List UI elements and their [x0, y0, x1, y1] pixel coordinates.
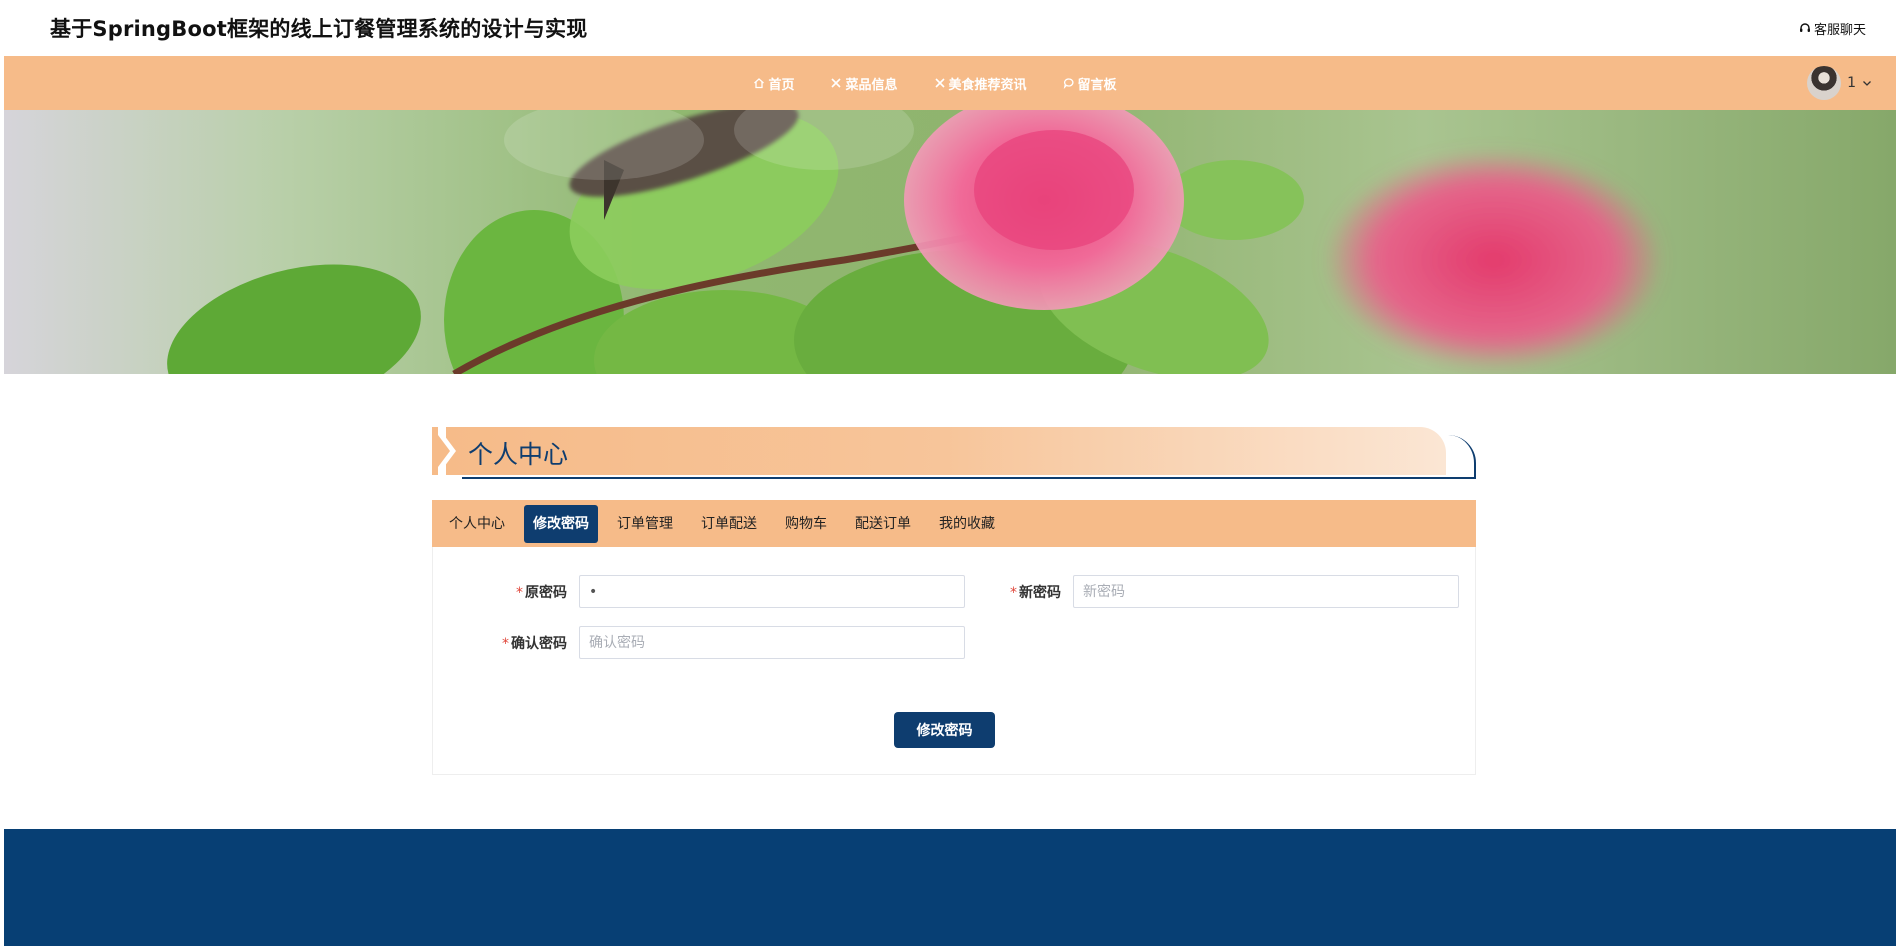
chevron-down-icon — [1863, 81, 1871, 86]
site-title: 基于SpringBoot框架的线上订餐管理系统的设计与实现 — [50, 17, 588, 41]
tab-favorites[interactable]: 我的收藏 — [930, 505, 1004, 543]
tab-delivery-orders[interactable]: 配送订单 — [846, 505, 920, 543]
utensils-icon — [934, 78, 945, 88]
nav-item-label: 美食推荐资讯 — [948, 77, 1027, 93]
new-password-field: * 新密码 — [967, 575, 1459, 608]
new-password-label: * 新密码 — [1010, 584, 1061, 601]
tab-profile[interactable]: 个人中心 — [440, 505, 514, 543]
confirm-password-field: * 确认密码 — [473, 626, 965, 659]
nav-item-label: 首页 — [768, 77, 795, 93]
customer-chat-label: 客服聊天 — [1813, 22, 1866, 38]
avatar — [1807, 66, 1842, 100]
nav-item-food-news[interactable]: 美食推荐资讯 — [934, 74, 1027, 93]
customer-chat-link[interactable]: 客服聊天 — [1799, 19, 1866, 38]
message-icon — [1063, 78, 1074, 89]
footer — [4, 829, 1896, 946]
home-icon — [754, 78, 765, 89]
utensils-icon — [831, 78, 842, 88]
old-password-field: * 原密码 — [473, 575, 965, 608]
change-password-form: *原密码 *新密码 *确认密码 修改密码 — [432, 547, 1476, 775]
change-password-button[interactable]: 修改密码 — [894, 712, 995, 748]
tab-change-password[interactable]: 修改密码 — [524, 504, 598, 543]
nav-item-dishes[interactable]: 菜品信息 — [830, 74, 898, 93]
tab-cart[interactable]: 购物车 — [776, 505, 836, 543]
headset-icon — [1799, 23, 1810, 32]
nav-item-label: 菜品信息 — [845, 77, 898, 93]
confirm-password-input[interactable] — [579, 626, 965, 659]
new-password-input[interactable] — [1073, 575, 1459, 608]
nav-item-message-board[interactable]: 留言板 — [1063, 74, 1117, 93]
tab-order-management[interactable]: 订单管理 — [608, 505, 682, 543]
nav-item-label: 留言板 — [1077, 77, 1117, 93]
user-menu[interactable]: 1 — [1807, 66, 1872, 100]
hero-banner — [4, 110, 1896, 374]
account-tabs: 个人中心 修改密码 订单管理 订单配送 购物车 配送订单 我的收藏 — [432, 500, 1476, 547]
old-password-label: * 原密码 — [516, 584, 567, 601]
main-nav: 首页 菜品信息 美食推荐资讯 留言板 1 — [4, 56, 1896, 110]
tab-order-delivery[interactable]: 订单配送 — [692, 505, 766, 543]
nav-item-home[interactable]: 首页 — [753, 74, 794, 93]
section-title: 个人中心 — [468, 440, 569, 469]
confirm-password-label: * 确认密码 — [502, 635, 567, 652]
flower-banner-image — [167, 110, 1664, 374]
user-name: 1 — [1847, 75, 1856, 91]
top-header: 基于SpringBoot框架的线上订餐管理系统的设计与实现 客服聊天 — [4, 0, 1896, 56]
old-password-input[interactable] — [579, 575, 965, 608]
section-header: 个人中心 — [432, 427, 1476, 481]
